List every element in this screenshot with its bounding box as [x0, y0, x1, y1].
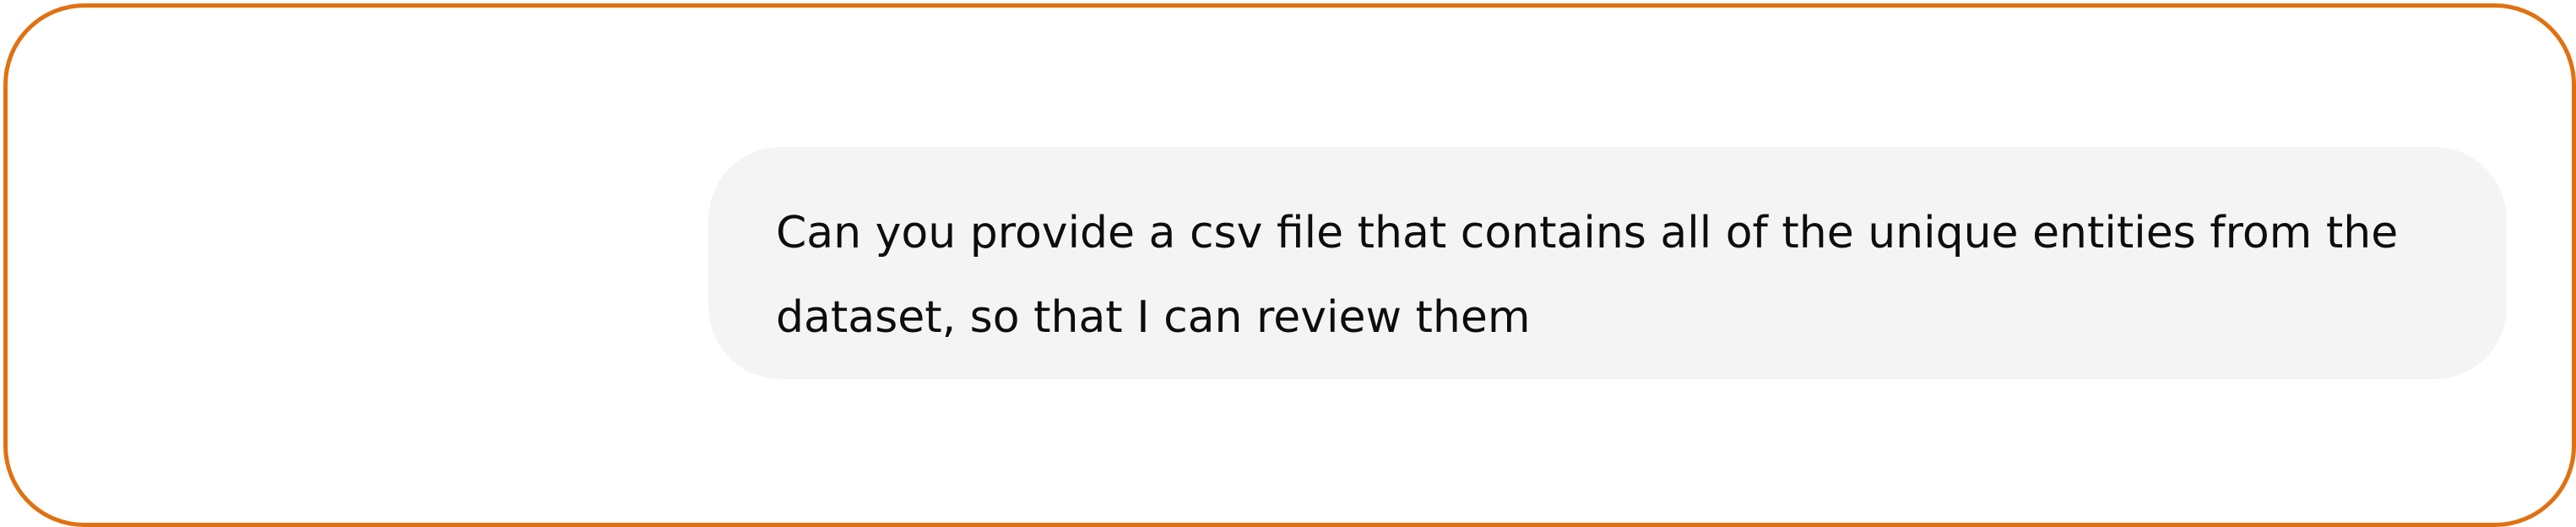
user-message-text: Can you provide a csv file that contains…: [776, 208, 2399, 343]
user-message-bubble: Can you provide a csv file that contains…: [708, 147, 2507, 379]
chat-frame: Can you provide a csv file that contains…: [3, 3, 2576, 527]
